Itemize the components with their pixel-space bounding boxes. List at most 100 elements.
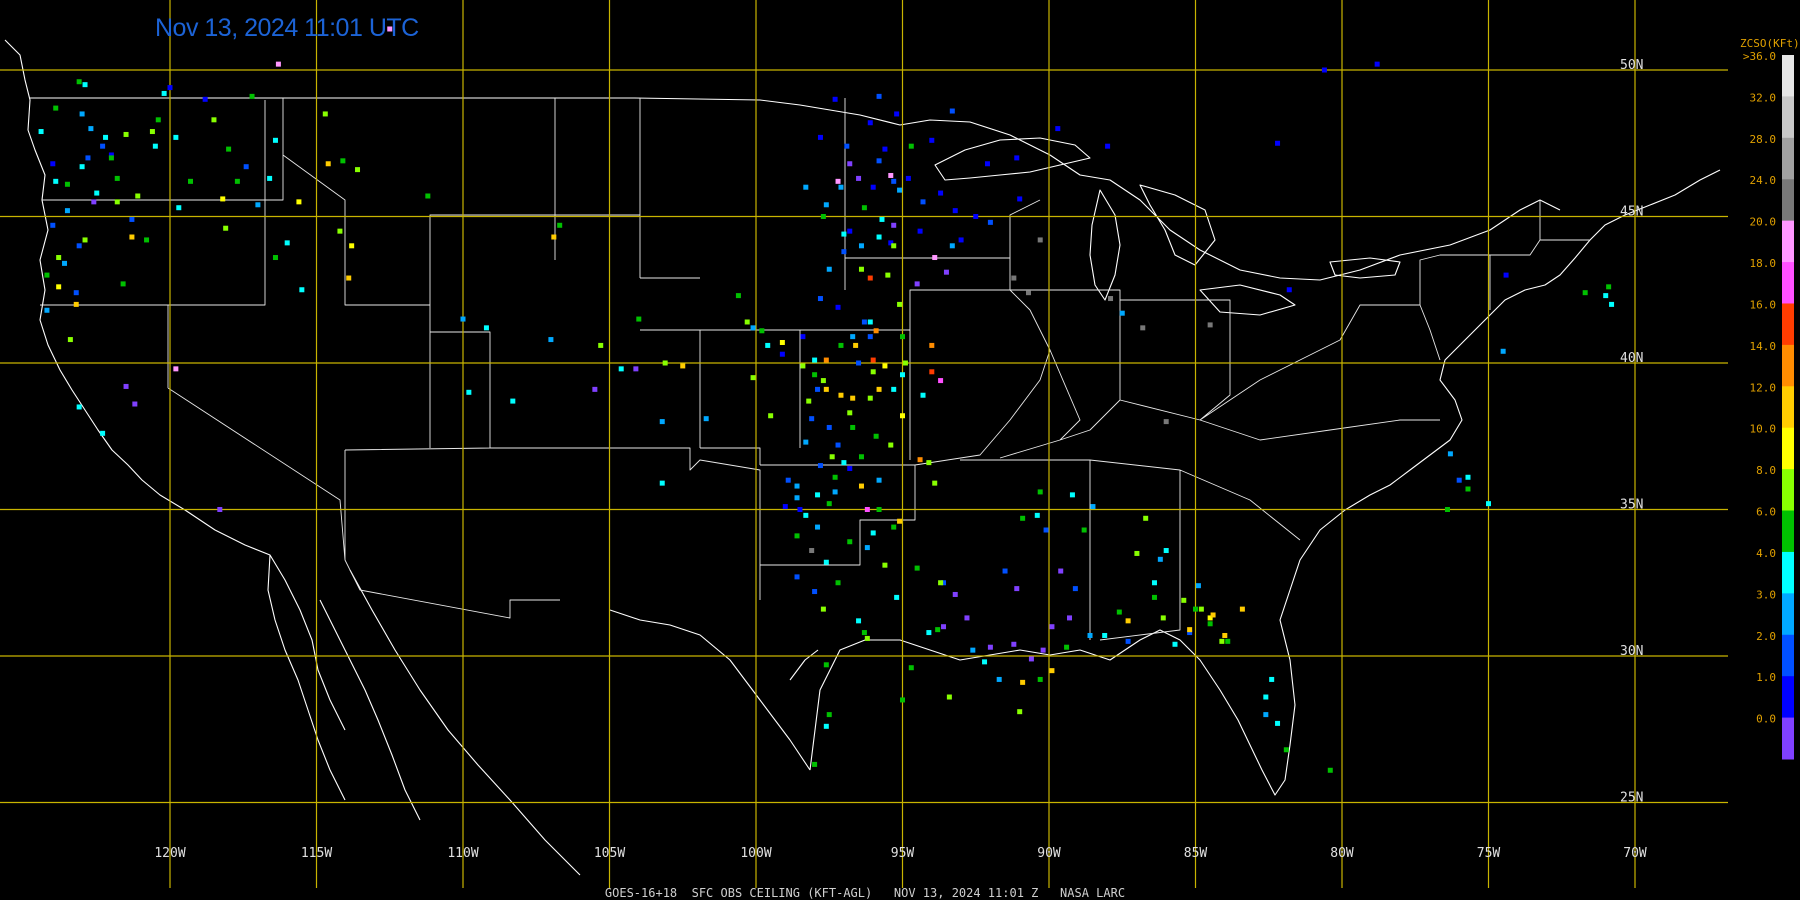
- station-obs-4_0-22: [823, 559, 829, 565]
- station-obs-14_0-1: [917, 457, 923, 463]
- station-obs-4_0-30: [1163, 548, 1169, 554]
- station-obs-4_0-15: [867, 319, 873, 325]
- station-obs-6_0-8: [53, 105, 59, 111]
- lat-label-1: 45N: [1620, 205, 1643, 220]
- station-obs-8_0-33: [744, 319, 750, 325]
- station-obs-2_0-1: [876, 93, 882, 99]
- legend-label-6: 16.0: [1750, 298, 1777, 311]
- station-obs-3_0-33: [794, 483, 800, 489]
- station-obs-0_0-3: [132, 401, 138, 407]
- station-obs-20_0-2: [173, 366, 179, 372]
- station-obs-6_0-7: [44, 272, 50, 278]
- station-obs-3_0-12: [838, 184, 844, 190]
- station-obs-20_0-4: [835, 178, 841, 184]
- station-obs-1_0-22: [782, 504, 788, 510]
- legend-swatch-15: [1782, 676, 1794, 719]
- legend-label-10: 8.0: [1756, 464, 1776, 477]
- station-obs-0_0-5: [856, 175, 862, 181]
- station-obs-2_0-12: [817, 463, 823, 469]
- legend-swatch-2: [1782, 137, 1794, 180]
- station-obs-12_0-0: [129, 234, 135, 240]
- station-obs-6_0-18: [850, 424, 856, 430]
- station-obs-14_0-2: [929, 342, 935, 348]
- station-obs-6_0-29: [1081, 527, 1087, 533]
- station-obs-8_0-31: [888, 442, 894, 448]
- station-obs-8_0-13: [820, 378, 826, 384]
- station-obs-10_0-7: [296, 199, 302, 205]
- station-obs-3_0-22: [996, 676, 1002, 682]
- station-obs-8_0-30: [829, 454, 835, 460]
- station-obs-4_0-45: [82, 82, 88, 88]
- station-obs-2_0-15: [1072, 586, 1078, 592]
- station-obs-4_0-26: [1172, 641, 1178, 647]
- pacific-coastline: [4, 39, 346, 731]
- station-obs-8_0-17: [932, 480, 938, 486]
- legend-label-3: 24.0: [1750, 174, 1777, 187]
- station-obs-6_0-52: [914, 565, 920, 571]
- legend-label-15: 1.0: [1756, 671, 1776, 684]
- station-obs-2_0-30: [856, 360, 862, 366]
- station-obs-6_0-22: [891, 524, 897, 530]
- station-obs-20_0-5: [932, 255, 938, 261]
- station-obs-0_0-14: [1011, 641, 1017, 647]
- station-obs-0_0-17: [1014, 586, 1020, 592]
- station-obs-6_0-9: [155, 117, 161, 123]
- station-obs-3_0-25: [1500, 348, 1506, 354]
- station-obs-12_0-5: [823, 386, 829, 392]
- legend-label-12: 4.0: [1756, 547, 1776, 560]
- station-obs-6_0-53: [935, 627, 941, 633]
- station-obs-2_0-14: [1043, 527, 1049, 533]
- legend-swatch-16: [1782, 717, 1794, 760]
- station-obs-0_0-11: [952, 591, 958, 597]
- station-obs-4_0-38: [982, 659, 988, 665]
- station-obs-12_0-10: [1020, 679, 1026, 685]
- station-obs-2_0-7: [817, 296, 823, 302]
- station-obs-4_0-24: [926, 630, 932, 636]
- station-obs-6_0-11: [234, 178, 240, 184]
- legend-label-1: 32.0: [1750, 91, 1777, 104]
- station-obs-6_0-5: [272, 255, 278, 261]
- station-obs-8_0-9: [662, 360, 668, 366]
- station-obs-6_0-48: [812, 372, 818, 378]
- station-obs-6_0-17: [838, 342, 844, 348]
- station-obs-8_0-10: [768, 413, 774, 419]
- station-obs-8_0-2: [135, 193, 141, 199]
- station-obs-2_0-21: [1002, 568, 1008, 574]
- legend-label-2: 28.0: [1750, 133, 1777, 146]
- station-obs-8_0-40: [891, 243, 897, 249]
- station-obs-3_0-30: [64, 208, 70, 214]
- station-obs-12_0-17: [853, 342, 859, 348]
- station-obs-0_0-2: [217, 507, 223, 512]
- atlantic-coastline: [1289, 169, 1721, 591]
- station-obs-3_0-27: [1157, 556, 1163, 562]
- legend-swatch-6: [1782, 303, 1794, 346]
- station-obs-6_0-38: [1606, 284, 1612, 290]
- station-obs-24_0-4: [1163, 419, 1169, 425]
- station-obs-6_0-4: [188, 178, 194, 184]
- station-obs-2_0-26: [85, 155, 91, 161]
- station-obs-1_0-27: [1321, 67, 1327, 73]
- station-obs-6_0-0: [108, 155, 114, 161]
- station-obs-4_0-8: [466, 389, 472, 395]
- legend-label-5: 18.0: [1750, 257, 1777, 270]
- station-obs-24_0-0: [809, 548, 815, 554]
- station-obs-1_0-8: [1017, 196, 1023, 202]
- station-obs-1_0-26: [1105, 143, 1111, 149]
- station-obs-8_0-6: [322, 111, 328, 117]
- station-obs-4_0-1: [53, 178, 59, 184]
- station-obs-6_0-13: [557, 222, 563, 228]
- station-observations: [38, 26, 1615, 773]
- station-obs-3_0-32: [858, 243, 864, 249]
- station-obs-0_0-16: [1049, 624, 1055, 630]
- ceiling-legend: ZCSO(KFt)>36.0 32.0 28.0 24.0 20.0 18.0 16.0 14…: [1740, 37, 1800, 760]
- station-obs-8_0-29: [800, 363, 806, 369]
- station-obs-1_0-7: [958, 237, 964, 243]
- station-obs-3_0-7: [659, 419, 665, 425]
- station-obs-6_0-55: [812, 761, 818, 767]
- station-obs-3_0-28: [1090, 504, 1096, 510]
- station-obs-12_0-4: [680, 363, 686, 369]
- station-obs-3_0-11: [803, 184, 809, 190]
- station-obs-8_0-8: [598, 342, 604, 348]
- station-obs-4_0-2: [79, 164, 85, 170]
- station-obs-6_0-59: [1020, 515, 1026, 521]
